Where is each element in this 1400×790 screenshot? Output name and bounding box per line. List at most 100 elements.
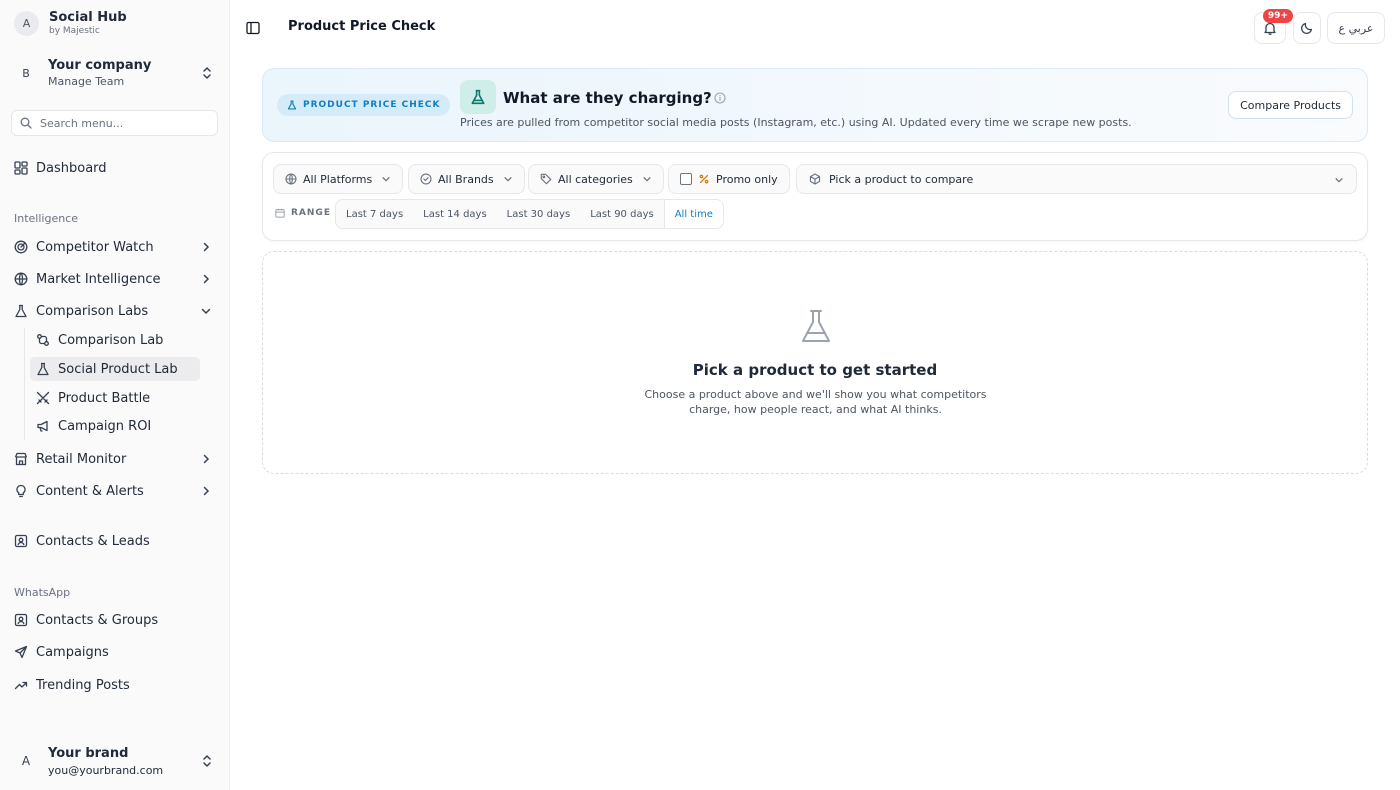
lightbulb-icon	[16, 484, 26, 498]
sidebar: A Social Hub by Majestic B Your company …	[0, 0, 230, 790]
brands-filter-label: All Brands	[438, 172, 494, 186]
nav-competitor-watch[interactable]: Competitor Watch	[10, 233, 220, 261]
nav-contacts-leads[interactable]: Contacts & Leads	[10, 527, 220, 555]
company-avatar: B	[22, 66, 30, 80]
nav-content-alerts[interactable]: Content & Alerts	[10, 477, 220, 505]
chevron-right-icon	[203, 242, 210, 252]
notifications-button[interactable]: 99+	[1254, 9, 1293, 44]
nav-social-product-lab[interactable]: Social Product Lab	[30, 357, 200, 381]
nav-campaigns-label: Campaigns	[36, 644, 109, 660]
app-brand[interactable]: A Social Hub by Majestic	[14, 10, 127, 36]
megaphone-icon	[37, 420, 48, 432]
user-email: you@yourbrand.com	[48, 763, 164, 777]
user-avatar: A	[21, 754, 31, 768]
hero-pill-label: PRODUCT PRICE CHECK	[303, 100, 441, 110]
flask-icon	[37, 362, 49, 376]
range-option-7-days[interactable]: Last 7 days	[336, 200, 413, 228]
chevron-down-icon	[504, 177, 512, 182]
app-byline: by Majestic	[49, 26, 100, 36]
nav-product-battle[interactable]: Product Battle	[30, 386, 200, 410]
promo-only-toggle[interactable]: Promo only	[668, 164, 790, 194]
globe-icon	[285, 173, 297, 185]
company-sub: Manage Team	[48, 75, 125, 88]
git-compare-icon	[37, 334, 49, 346]
chevron-right-icon	[203, 454, 210, 464]
nav-campaign-roi[interactable]: Campaign ROI	[30, 414, 200, 438]
nav-comparison-labs-label: Comparison Labs	[36, 303, 149, 319]
contact-card-icon	[14, 613, 28, 627]
range-option-90-days[interactable]: Last 90 days	[580, 200, 664, 228]
check-circle-icon	[420, 173, 432, 185]
categories-filter[interactable]: All categories	[528, 164, 664, 194]
product-picker-label: Pick a product to compare	[829, 172, 974, 186]
range-option-all-time[interactable]: All time	[663, 200, 723, 228]
flask-icon	[287, 100, 297, 110]
chevron-down-icon	[1335, 178, 1343, 183]
nav-market-intelligence[interactable]: Market Intelligence	[10, 265, 220, 293]
chevron-right-icon	[203, 274, 210, 284]
range-selector: Last 7 days Last 14 days Last 30 days La…	[335, 199, 724, 229]
nav-comparison-lab[interactable]: Comparison Lab	[30, 328, 200, 352]
nav-campaigns[interactable]: Campaigns	[10, 638, 220, 666]
flask-icon	[802, 310, 830, 342]
range-label-text: RANGE	[291, 208, 331, 218]
platforms-filter[interactable]: All Platforms	[273, 164, 404, 194]
hero-description: Prices are pulled from competitor social…	[460, 116, 1132, 129]
sidebar-toggle-icon[interactable]	[246, 21, 260, 35]
nav-comparison-labs[interactable]: Comparison Labs	[10, 297, 220, 325]
app-name: Social Hub	[49, 10, 127, 25]
calendar-icon	[275, 208, 285, 218]
nav-product-battle-label: Product Battle	[58, 390, 151, 406]
chevron-down-icon	[201, 308, 211, 315]
package-icon	[809, 173, 821, 185]
dashboard-icon	[14, 161, 28, 175]
theme-toggle-button[interactable]	[1293, 12, 1321, 44]
hero-flask-badge	[460, 80, 496, 114]
app-avatar: A	[14, 10, 39, 36]
search-input[interactable]	[40, 116, 200, 130]
section-intelligence: Intelligence	[14, 212, 79, 225]
nav-contacts-leads-label: Contacts & Leads	[36, 533, 150, 549]
platforms-filter-label: All Platforms	[303, 172, 373, 186]
page-title: Product Price Check	[288, 19, 436, 34]
company-switcher[interactable]: B Your company Manage Team	[10, 52, 218, 94]
hero-pill: PRODUCT PRICE CHECK	[277, 94, 451, 116]
nav-comparison-lab-label: Comparison Lab	[58, 332, 164, 348]
user-switcher[interactable]: A Your brand you@yourbrand.com	[10, 740, 218, 782]
info-icon[interactable]	[714, 92, 726, 104]
range-label: RANGE	[275, 208, 331, 218]
nav-retail-monitor-label: Retail Monitor	[36, 451, 127, 467]
flask-icon	[15, 304, 27, 318]
flask-icon	[471, 89, 485, 105]
nav-competitor-watch-label: Competitor Watch	[36, 239, 154, 255]
language-button[interactable]: عربي ع	[1327, 12, 1385, 44]
chevron-right-icon	[203, 486, 210, 496]
nav-campaign-roi-label: Campaign ROI	[58, 418, 152, 434]
submenu-guide-line	[24, 328, 25, 440]
search-box[interactable]	[11, 110, 218, 136]
nav-dashboard[interactable]: Dashboard	[10, 154, 220, 182]
promo-checkbox[interactable]	[680, 173, 692, 185]
contact-card-icon	[14, 534, 28, 548]
nav-retail-monitor[interactable]: Retail Monitor	[10, 445, 220, 473]
language-label: عربي ع	[1338, 21, 1374, 35]
compare-products-button[interactable]: Compare Products	[1228, 91, 1353, 119]
empty-state-description: Choose a product above and we'll show yo…	[644, 388, 987, 416]
trending-up-icon	[14, 681, 28, 690]
nav-market-intelligence-label: Market Intelligence	[36, 271, 161, 287]
send-icon	[14, 645, 28, 659]
nav-contacts-groups-label: Contacts & Groups	[36, 612, 159, 628]
section-whatsapp: WhatsApp	[14, 586, 71, 599]
nav-trending-posts-label: Trending Posts	[36, 677, 130, 693]
brands-filter[interactable]: All Brands	[408, 164, 525, 194]
swords-icon	[36, 391, 50, 405]
tag-icon	[540, 173, 552, 185]
product-picker[interactable]: Pick a product to compare	[796, 164, 1357, 194]
range-option-14-days[interactable]: Last 14 days	[413, 200, 497, 228]
nav-contacts-groups[interactable]: Contacts & Groups	[10, 606, 220, 634]
range-option-30-days[interactable]: Last 30 days	[497, 200, 581, 228]
nav-trending-posts[interactable]: Trending Posts	[10, 671, 220, 699]
empty-state-title: Pick a product to get started	[692, 361, 938, 379]
hero-card: PRODUCT PRICE CHECK What are they chargi…	[262, 68, 1368, 142]
company-name: Your company	[48, 58, 152, 73]
